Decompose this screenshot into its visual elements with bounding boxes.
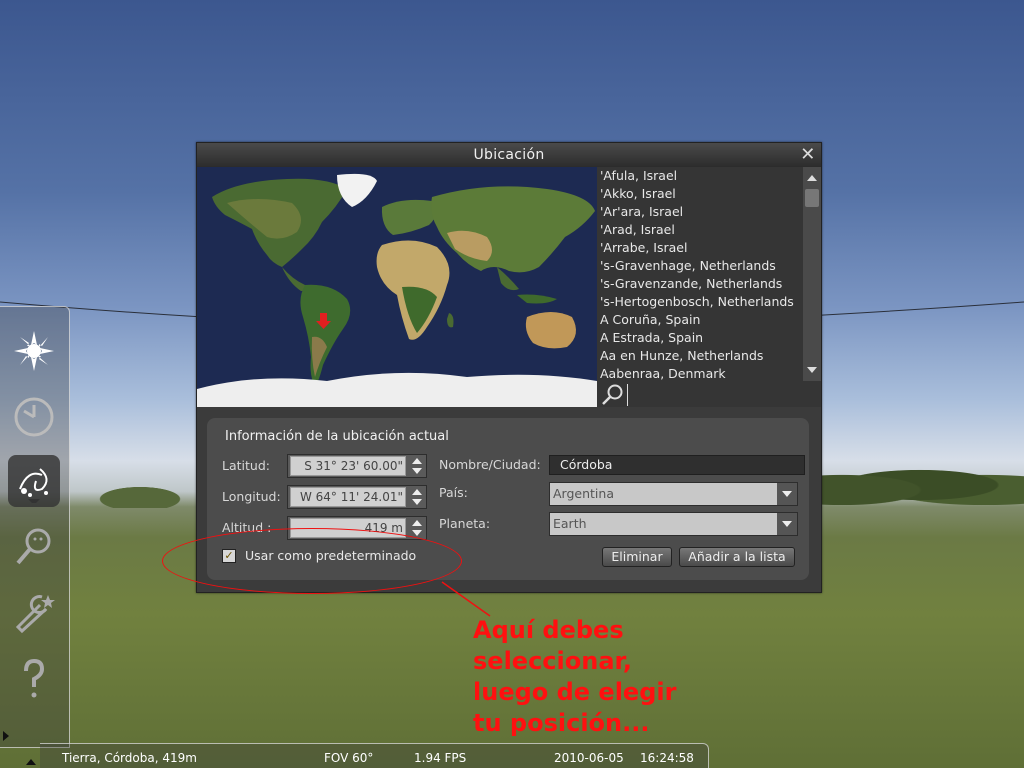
- stellarium-sky-view[interactable]: Tierra, Córdoba, 419m FOV 60° 1.94 FPS 2…: [0, 0, 1024, 768]
- country-label: País:: [439, 485, 468, 500]
- world-map-graphic: [197, 167, 597, 407]
- chevron-down-icon[interactable]: [777, 513, 797, 535]
- left-toolbar: [0, 306, 70, 748]
- add-to-list-button[interactable]: Añadir a la lista: [679, 547, 795, 567]
- name-city-label: Nombre/Ciudad:: [439, 457, 541, 472]
- country-value: Argentina: [553, 486, 614, 501]
- search-icon: [602, 384, 623, 405]
- spin-up-icon[interactable]: [412, 458, 422, 464]
- city-list-item[interactable]: 'Akko, Israel: [597, 185, 803, 203]
- longitude-spinbox[interactable]: W 64° 11' 24.01": [287, 485, 427, 509]
- spin-down-icon[interactable]: [412, 468, 422, 474]
- world-map[interactable]: [197, 167, 597, 407]
- city-list-item[interactable]: 'Afula, Israel: [597, 167, 803, 185]
- spin-up-icon[interactable]: [412, 489, 422, 495]
- annotation-line: tu posición...: [473, 709, 650, 737]
- sky-view-options-button[interactable]: [8, 455, 60, 507]
- city-list-item[interactable]: 's-Gravenzande, Netherlands: [597, 275, 803, 293]
- city-list-item[interactable]: A Coruña, Spain: [597, 311, 803, 329]
- annotation-line: luego de elegir: [473, 678, 677, 706]
- tree-line-left: [70, 478, 210, 508]
- city-list-item[interactable]: Aa en Hunze, Netherlands: [597, 347, 803, 365]
- bottom-bar-arrow-icon[interactable]: [26, 759, 36, 765]
- location-window-button[interactable]: [8, 325, 60, 377]
- question-mark-icon: [24, 658, 45, 698]
- location-dialog: Ubicación ✕ 'Afula, Israel 'Akko, Israel…: [196, 142, 822, 593]
- chevron-down-icon[interactable]: [777, 483, 797, 505]
- galaxy-icon: [19, 468, 48, 503]
- city-search-row: [597, 381, 821, 407]
- spin-up-icon[interactable]: [412, 520, 422, 526]
- annotation-pointer: [441, 581, 491, 617]
- planet-select[interactable]: Earth: [549, 512, 798, 536]
- city-list-item[interactable]: 's-Gravenhage, Netherlands: [597, 257, 803, 275]
- status-fov: FOV 60°: [324, 751, 374, 765]
- latitude-label: Latitud:: [222, 458, 270, 473]
- configuration-button[interactable]: [8, 587, 60, 639]
- expand-arrow-icon[interactable]: [3, 731, 9, 741]
- scroll-thumb[interactable]: [805, 189, 819, 207]
- planet-value: Earth: [553, 516, 587, 531]
- dialog-title-bar[interactable]: Ubicación ✕: [197, 143, 821, 167]
- spin-down-icon[interactable]: [412, 499, 422, 505]
- city-list-item[interactable]: 'Arad, Israel: [597, 221, 803, 239]
- city-list-item[interactable]: A Estrada, Spain: [597, 329, 803, 347]
- status-location: Tierra, Córdoba, 419m: [62, 751, 197, 765]
- annotation-line: Aquí debes: [473, 616, 624, 644]
- status-bar: Tierra, Córdoba, 419m FOV 60° 1.94 FPS 2…: [40, 743, 709, 768]
- city-list-scrollbar[interactable]: [803, 167, 821, 381]
- annotation-ellipse: [162, 528, 462, 594]
- close-icon[interactable]: ✕: [799, 146, 817, 164]
- status-date: 2010-06-05: [554, 751, 624, 765]
- longitude-value[interactable]: W 64° 11' 24.01": [290, 487, 406, 507]
- panel-title: Información de la ubicación actual: [225, 429, 449, 444]
- city-list-item[interactable]: 'Arrabe, Israel: [597, 239, 803, 257]
- country-select[interactable]: Argentina: [549, 482, 798, 506]
- city-list-item[interactable]: 'Ar'ara, Israel: [597, 203, 803, 221]
- city-search-input[interactable]: [627, 384, 812, 406]
- wrench-icon: [15, 595, 55, 634]
- annotation-text: Aquí debes seleccionar, luego de elegir tu …: [473, 615, 676, 739]
- status-fps: 1.94 FPS: [414, 751, 467, 765]
- city-list[interactable]: 'Afula, Israel 'Akko, Israel 'Ar'ara, Isra…: [597, 167, 803, 381]
- planet-label: Planeta:: [439, 516, 491, 531]
- annotation-line: seleccionar,: [473, 647, 632, 675]
- scroll-up-icon[interactable]: [807, 175, 817, 181]
- delete-button[interactable]: Eliminar: [602, 547, 672, 567]
- magnifier-icon: [16, 528, 51, 565]
- date-time-button[interactable]: [8, 391, 60, 443]
- status-time: 16:24:58: [640, 751, 694, 765]
- clock-icon: [14, 397, 54, 437]
- name-city-field[interactable]: Córdoba: [549, 455, 805, 475]
- city-list-item[interactable]: 's-Hertogenbosch, Netherlands: [597, 293, 803, 311]
- sun-icon: [14, 331, 54, 371]
- scroll-down-icon[interactable]: [807, 367, 817, 373]
- latitude-spinbox[interactable]: S 31° 23' 60.00": [287, 454, 427, 478]
- help-button[interactable]: [8, 653, 60, 705]
- city-list-item[interactable]: Aabenraa, Denmark: [597, 365, 803, 381]
- dialog-title: Ubicación: [473, 147, 545, 163]
- latitude-value[interactable]: S 31° 23' 60.00": [290, 456, 406, 476]
- search-window-button[interactable]: [8, 521, 60, 573]
- spin-down-icon[interactable]: [412, 530, 422, 536]
- longitude-label: Longitud:: [222, 489, 281, 504]
